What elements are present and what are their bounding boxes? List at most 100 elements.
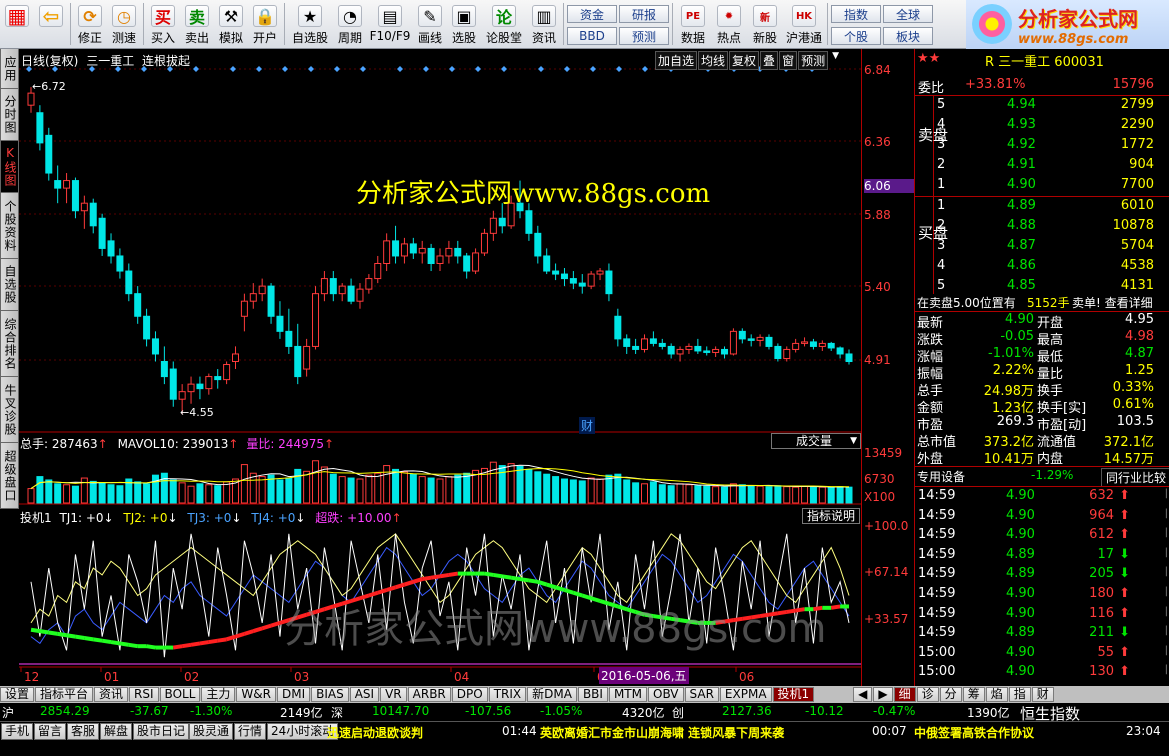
news-ticker-2[interactable]: 英欧离婚汇市金市山崩海啸 连锁风暴下周来袭 [540,724,784,741]
indicator-tab[interactable]: ASI [349,687,380,702]
toolbar-buy-button[interactable]: 买买入 [146,0,180,49]
indicator-tab[interactable]: 主力 [201,687,236,702]
chart-menu-item[interactable]: 均线 [698,51,729,70]
toolbar-screen-button[interactable]: ▣ 选股 [447,0,481,49]
view-tab[interactable]: K线图 [0,141,19,193]
indicator-tab[interactable]: 设置 [0,687,35,702]
indicator-tab[interactable]: EXPMA [719,687,772,702]
chart-menu-item[interactable]: 叠 [760,51,779,70]
stat-value: 269.3 [996,414,1034,429]
toolbar-hammer-button[interactable]: ⚒ 模拟 [214,0,248,49]
indicator-tab[interactable]: BIAS [311,687,349,702]
toolbar-mini-button[interactable]: 指数 [831,5,881,23]
indicator-tab[interactable]: BOLL [159,687,201,702]
toolbar-new-stock-button[interactable]: 新新股 [747,0,783,49]
scroll-right-icon[interactable]: ▶ [873,687,893,702]
status-button[interactable]: 解盘 [100,723,133,740]
indicator-tab[interactable]: DPO [451,687,488,702]
indicator-tab[interactable]: RSI [129,687,159,702]
toolbar-cycle-button[interactable]: ◔ 周期 [333,0,367,49]
chart-menu-item[interactable]: 加自选 [655,51,698,70]
toolbar-news-button[interactable]: ▥ 资讯 [527,0,561,49]
view-tab[interactable]: 分时图 [0,89,19,141]
indicator-tab[interactable]: 资讯 [94,687,129,702]
view-tab[interactable]: 应用 [0,49,19,89]
price: 4.91 [1007,157,1036,172]
toolbar-mini-button[interactable]: 资金 [567,5,617,23]
quote-detail-tab[interactable]: 指 [1008,687,1031,702]
toolbar-pen-button[interactable]: ✎ 画线 [413,0,447,49]
toolbar-sell-button[interactable]: 卖卖出 [180,0,214,49]
star-icon[interactable]: ★★ [917,51,940,66]
status-button[interactable]: 客服 [67,723,100,740]
indicator-tab[interactable]: 新DMA [527,687,577,702]
indicator-tab[interactable]: VR [380,687,407,702]
view-tab[interactable]: 个股资料 [0,193,19,259]
candle-body [596,270,604,275]
volume: 2799 [1120,97,1154,112]
indicator-tab[interactable]: ARBR [407,687,451,702]
indicator-tab[interactable]: SAR [684,687,719,702]
toolbar-clock-button[interactable]: ◷ 测速 [107,0,141,49]
level: 3 [937,137,946,152]
big-order-notice[interactable]: 在卖盘5.00位置有 5152手 卖单! 查看详细 [915,294,1169,311]
indicator-tab[interactable]: 投机1 [772,687,815,702]
toolbar-mini-button[interactable]: 板块 [883,27,933,45]
status-button[interactable]: 行情 [234,723,267,740]
chart-menu-item[interactable]: 窗 [779,51,798,70]
trend-line-segment [243,629,254,636]
toolbar-mini-button[interactable]: BBD [567,27,617,45]
trend-line-segment [510,575,521,582]
indicator-tab[interactable]: W&R [236,687,276,702]
quote-detail-tab[interactable]: 焰 [985,687,1008,702]
compare-sector-button[interactable]: 同行业比较 [1101,468,1169,487]
sector-name[interactable]: 专用设备 [917,468,965,485]
news-ticker-1[interactable]: 迅速启动退欧谈判 [327,724,423,741]
toolbar-f10-button[interactable]: ▤ F10/F9 [367,0,413,49]
status-button[interactable]: 股灵通 [189,723,234,740]
chart-menu-item[interactable]: 预测 [798,51,829,70]
view-tab[interactable]: 超级盘口 [0,443,19,509]
toolbar-lock-button[interactable]: 🔒 开户 [248,0,282,49]
status-button[interactable]: 手机 [1,723,34,740]
chart-menu-item[interactable]: 复权 [729,51,760,70]
quote-detail-tab[interactable]: 分 [939,687,962,702]
indicator-tab[interactable]: BBI [577,687,608,702]
toolbar-hot-button[interactable]: ✹ 热点 [711,0,747,49]
chart-area[interactable]: 12010203040506 日线(复权) 三一重工 连根拔起 加自选均线复权叠… [19,49,861,686]
candle-body [703,350,711,353]
indicator-tab[interactable]: MTM [608,687,647,702]
indicator-tab[interactable]: DMI [276,687,311,702]
quote-detail-tab[interactable]: 财 [1031,687,1054,702]
chart-menu-dropdown-icon[interactable]: ▼ [829,51,842,70]
volume-indicator-select[interactable]: 成交量 ▼ [771,433,861,449]
toolbar-pe-button[interactable]: PE 数据 [675,0,711,49]
toolbar-mini-button[interactable]: 研报 [619,5,669,23]
indicator-help-button[interactable]: 指标说明 [802,508,861,524]
news-ticker-3[interactable]: 中俄签署高铁合作协议 [914,724,1034,741]
toolbar-hk-link-button[interactable]: HK 沪港通 [783,0,825,49]
status-button[interactable]: 留言 [34,723,67,740]
indicator-tab[interactable]: 指标平台 [35,687,94,702]
toolbar-mini-button[interactable]: 全球 [883,5,933,23]
indicator-tab[interactable]: OBV [648,687,684,702]
toolbar-mini-button[interactable]: 个股 [831,27,881,45]
toolbar-back-arrow-button[interactable]: ⇦ [34,0,68,49]
view-tab[interactable]: 牛叉诊股 [0,377,19,443]
toolbar-refresh-button[interactable]: ⟳ 修正 [73,0,107,49]
toolbar-star-button[interactable]: ★ 自选股 [287,0,333,49]
finance-marker[interactable]: 财 [579,417,596,434]
quote-detail-tab[interactable]: 诊 [916,687,939,702]
order-book-sell-row: 3 4.92 1772 [915,137,1169,154]
hammer-icon: ⚒ [219,5,243,27]
toolbar-windows-grid-button[interactable]: ▦ [0,0,34,49]
status-button[interactable]: 股市日记 [133,723,190,740]
view-tab[interactable]: 综合排名 [0,311,19,377]
scroll-left-icon[interactable]: ◀ [853,687,873,702]
toolbar-mini-button[interactable]: 预测 [619,27,669,45]
indicator-tab[interactable]: TRIX [488,687,527,702]
view-tab[interactable]: 自选股 [0,259,19,311]
quote-detail-tab[interactable]: 细 [893,687,916,702]
quote-detail-tab[interactable]: 筹 [962,687,985,702]
toolbar-discuss-button[interactable]: 论论股堂 [481,0,527,49]
